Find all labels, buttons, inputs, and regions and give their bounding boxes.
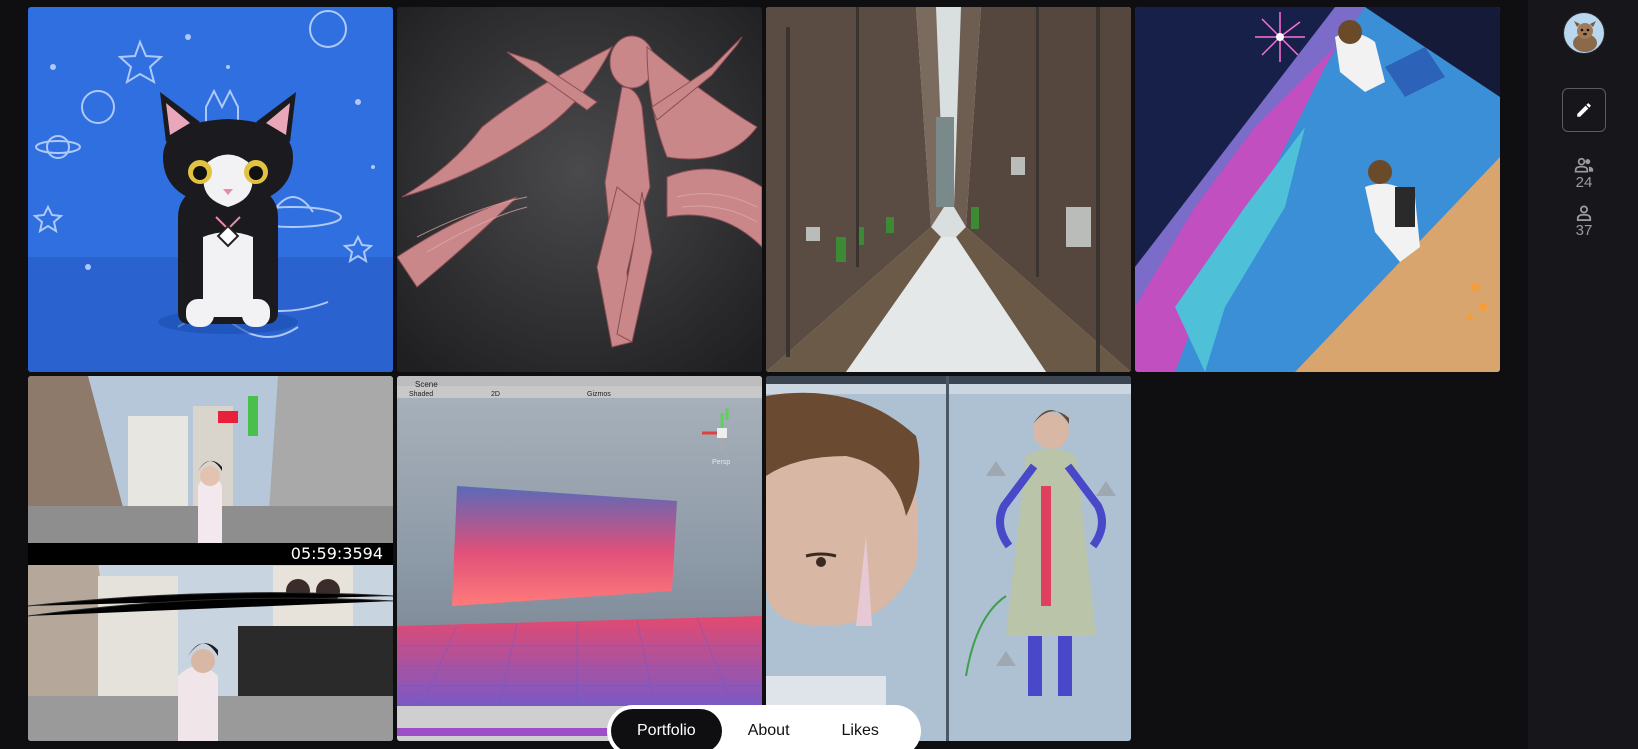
gallery-item-canal-render[interactable] bbox=[766, 7, 1131, 372]
avatar[interactable] bbox=[1563, 12, 1605, 54]
gallery-item-cat-artwork[interactable] bbox=[28, 7, 393, 372]
shading-dropdown: Shaded bbox=[409, 391, 434, 398]
gallery-item-anime-illustration[interactable] bbox=[1135, 7, 1500, 372]
unity-scene-image bbox=[397, 376, 762, 741]
tab-likes[interactable]: Likes bbox=[816, 709, 905, 749]
followers-stat[interactable]: 24 bbox=[1558, 157, 1610, 191]
profile-sidebar: 24 37 bbox=[1528, 0, 1638, 749]
character-sculpt-image bbox=[397, 7, 762, 372]
2d-toggle: 2D bbox=[491, 391, 500, 398]
persp-label: Persp bbox=[712, 459, 731, 466]
cat-artwork-image bbox=[28, 7, 393, 372]
anime-illustration-image bbox=[1135, 7, 1500, 372]
gallery-item-character-modeling[interactable] bbox=[766, 376, 1131, 741]
following-count: 37 bbox=[1575, 222, 1593, 239]
gallery-item-unity-scene[interactable]: Scene Shaded 2D Gizmos Persp bbox=[397, 376, 762, 741]
edit-profile-button[interactable] bbox=[1562, 88, 1606, 132]
profile-tabs: Portfolio About Likes bbox=[607, 705, 921, 749]
gallery-item-character-sculpt[interactable] bbox=[397, 7, 762, 372]
gizmos-dropdown: Gizmos bbox=[587, 391, 611, 398]
following-stat[interactable]: 37 bbox=[1558, 205, 1610, 239]
scene-tab-label: Scene bbox=[415, 380, 438, 389]
video-timestamp: 05:59:3594 bbox=[28, 543, 393, 565]
tab-about[interactable]: About bbox=[722, 709, 816, 749]
followers-icon bbox=[1574, 157, 1594, 173]
canal-render-image bbox=[766, 7, 1131, 372]
character-modeling-image bbox=[766, 376, 1131, 741]
tab-portfolio[interactable]: Portfolio bbox=[611, 709, 722, 749]
followers-count: 24 bbox=[1575, 174, 1593, 191]
pencil-icon bbox=[1577, 103, 1591, 117]
person-icon bbox=[1576, 205, 1592, 221]
dog-avatar-icon bbox=[1564, 13, 1604, 53]
portfolio-page: 05:59:3594 Scene Shaded 2D Gizmos Persp … bbox=[0, 0, 1638, 749]
gallery-item-street-video[interactable]: 05:59:3594 bbox=[28, 376, 393, 741]
